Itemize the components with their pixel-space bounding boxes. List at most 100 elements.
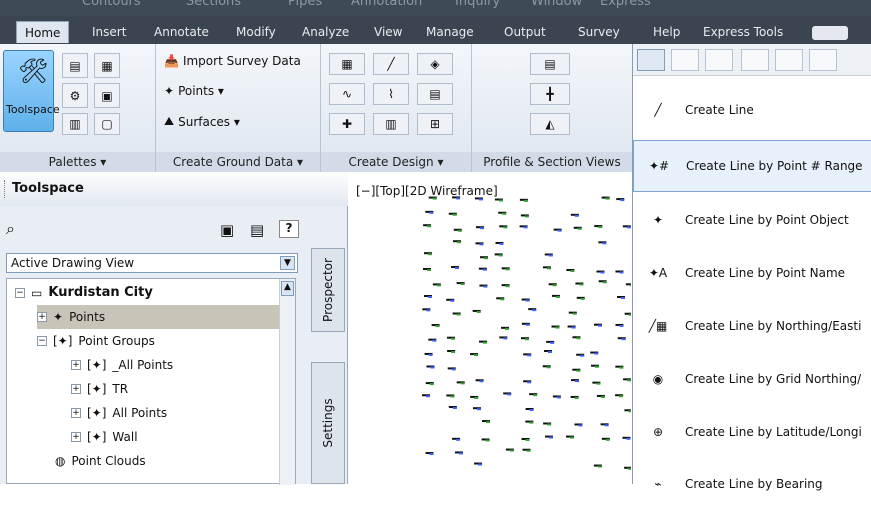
survey-point-color xyxy=(451,337,456,340)
survey-point-color xyxy=(626,437,631,440)
tree-all-points-underscore[interactable]: + [✦] _All Points xyxy=(71,353,173,377)
survey-point-color xyxy=(450,395,455,398)
survey-point-color xyxy=(452,213,457,216)
menu-express[interactable]: Express xyxy=(600,0,651,9)
tree-tr[interactable]: + [✦] TR xyxy=(71,377,128,401)
break-tool-icon[interactable] xyxy=(809,49,837,71)
grading-icon[interactable]: ◈ xyxy=(417,53,453,75)
drawing-canvas[interactable]: [−][Top][2D Wireframe] xyxy=(348,172,631,484)
line-tool-icon[interactable] xyxy=(637,49,665,71)
survey-point-color xyxy=(629,284,631,287)
prospector-icon[interactable]: ▤ xyxy=(62,53,88,78)
pipe-network-icon[interactable]: ⊞ xyxy=(417,113,453,135)
menu-create-line-by-point-name[interactable]: ✦A Create Line by Point Name xyxy=(633,247,871,299)
tree-scrollbar[interactable]: ▲ xyxy=(279,279,295,485)
group-icon: [✦] xyxy=(87,430,107,444)
corridor-icon[interactable]: ▤ xyxy=(417,83,453,105)
chevron-down-icon[interactable]: ▼ xyxy=(280,256,295,270)
profile-section-title[interactable]: Profile & Section Views xyxy=(472,152,632,172)
move-tool-icon[interactable] xyxy=(741,49,769,71)
tab-help[interactable]: Help xyxy=(645,21,688,43)
menu-create-line-by-latitude-longitude[interactable]: ⊕ Create Line by Latitude/Longi xyxy=(633,406,871,458)
survey-point-color xyxy=(598,226,603,229)
tree-wall[interactable]: + [✦] Wall xyxy=(71,425,138,449)
tab-prospector[interactable]: Prospector xyxy=(311,248,345,332)
survey-point-color xyxy=(600,271,605,274)
curve-tool-icon[interactable] xyxy=(671,49,699,71)
alignment-icon[interactable]: ∿ xyxy=(329,83,365,105)
toolspace-panel: Toolspace ⌕ ▣ ▤ ? Active Drawing View ▼ … xyxy=(0,172,348,485)
grip-handle[interactable] xyxy=(4,180,6,198)
tab-modify[interactable]: Modify xyxy=(228,21,284,43)
survey-point-color xyxy=(552,284,557,287)
menu-sections[interactable]: Sections xyxy=(186,0,241,9)
tree-all-points[interactable]: + [✦] All Points xyxy=(71,401,167,425)
surfaces-button[interactable]: ⛰ Surfaces ▾ xyxy=(164,114,240,129)
feature-line-icon[interactable]: ╱ xyxy=(373,53,409,75)
tab-manage[interactable]: Manage xyxy=(418,21,482,43)
toolbox-icon[interactable]: ▣ xyxy=(94,83,120,108)
tab-analyze[interactable]: Analyze xyxy=(294,21,357,43)
menu-create-line-by-bearing[interactable]: ⌁ Create Line by Bearing xyxy=(633,458,871,510)
menu-create-line-by-point-object[interactable]: ✦ Create Line by Point Object xyxy=(633,194,871,246)
view-selector-combo[interactable]: Active Drawing View ▼ xyxy=(6,253,298,273)
help-icon[interactable]: ? xyxy=(279,220,299,238)
assembly-icon[interactable]: ▥ xyxy=(373,113,409,135)
menu-window[interactable]: Window xyxy=(531,0,582,9)
survey-point-color xyxy=(619,324,624,327)
menu-pipes[interactable]: Pipes xyxy=(288,0,322,9)
survey-point-color xyxy=(546,267,551,270)
palettes-title[interactable]: Palettes ▾ xyxy=(0,152,155,172)
survey-point-color xyxy=(527,354,532,357)
tab-view[interactable]: View xyxy=(366,21,410,43)
settings-grid-icon[interactable]: ▤ xyxy=(250,221,264,239)
ribbon-options-icon[interactable] xyxy=(812,26,848,40)
survey-point-color xyxy=(605,197,610,200)
tab-output[interactable]: Output xyxy=(496,21,554,43)
menu-contours[interactable]: Contours xyxy=(82,0,141,9)
tree-points[interactable]: + ✦ Points xyxy=(37,305,289,329)
tab-annotate[interactable]: Annotate xyxy=(146,21,217,43)
zoom-icon[interactable]: ⌕ xyxy=(6,219,15,239)
tree-point-groups[interactable]: − [✦] Point Groups xyxy=(37,329,155,353)
toolspace-button[interactable]: 🛠 Toolspace xyxy=(3,50,60,132)
properties-icon[interactable]: ⚙ xyxy=(62,83,88,108)
rotate-tool-icon[interactable] xyxy=(775,49,803,71)
tab-settings[interactable]: Settings xyxy=(311,362,345,484)
survey-point-color xyxy=(460,283,465,286)
points-button[interactable]: ✦ Points ▾ xyxy=(164,84,224,98)
spiral-tool-icon[interactable] xyxy=(705,49,733,71)
import-survey-button[interactable]: 📥 Import Survey Data xyxy=(164,54,301,68)
tab-insert[interactable]: Insert xyxy=(84,21,134,43)
menu-create-line-by-point-range[interactable]: ✦# Create Line by Point # Range xyxy=(633,140,871,192)
tree-point-clouds[interactable]: ◍ Point Clouds xyxy=(55,449,146,473)
scroll-up-icon[interactable]: ▲ xyxy=(281,281,294,296)
tree-root[interactable]: − ▭ Kurdistan City xyxy=(15,281,153,305)
ribbon-panel-area: 🛠 Toolspace ▤ ▦ ⚙ ▣ ▥ ▢ Palettes ▾ 📥 Impo… xyxy=(0,44,632,172)
menu-inquiry[interactable]: Inquiry xyxy=(455,0,500,9)
create-ground-title[interactable]: Create Ground Data ▾ xyxy=(156,152,320,172)
layer-icon[interactable]: ▥ xyxy=(62,113,88,135)
sample-lines-icon[interactable]: ╋ xyxy=(530,83,570,105)
parcel-icon[interactable]: ▦ xyxy=(329,53,365,75)
survey-point-color xyxy=(498,199,503,202)
profile-view-icon[interactable]: ▤ xyxy=(530,53,570,75)
tab-survey[interactable]: Survey xyxy=(570,21,628,43)
section-view-icon[interactable]: ◭ xyxy=(530,113,570,135)
menu-annotation[interactable]: Annotation xyxy=(351,0,422,9)
menu-create-line-by-grid-northing[interactable]: ◉ Create Line by Grid Northing/ xyxy=(633,353,871,405)
tab-home[interactable]: Home xyxy=(16,21,70,43)
survey-point-color xyxy=(451,368,456,371)
create-design-panel: ▦ ╱ ◈ ∿ ⌇ ▤ ✚ ▥ ⊞ Create Design ▾ xyxy=(321,44,472,172)
toolspace-header: Toolspace xyxy=(0,172,348,206)
profile-icon[interactable]: ⌇ xyxy=(373,83,409,105)
palette-icon[interactable]: ▦ xyxy=(94,53,120,78)
panel-icon[interactable]: ▢ xyxy=(94,113,120,135)
tab-express-tools[interactable]: Express Tools xyxy=(695,21,791,43)
intersection-icon[interactable]: ✚ xyxy=(329,113,365,135)
survey-point-color xyxy=(432,339,437,342)
menu-create-line-by-northing-easting[interactable]: ╱▦ Create Line by Northing/Easti xyxy=(633,300,871,352)
preview-icon[interactable]: ▣ xyxy=(220,221,234,239)
create-design-title[interactable]: Create Design ▾ xyxy=(321,152,471,172)
menu-create-line[interactable]: ╱ Create Line xyxy=(633,84,871,136)
